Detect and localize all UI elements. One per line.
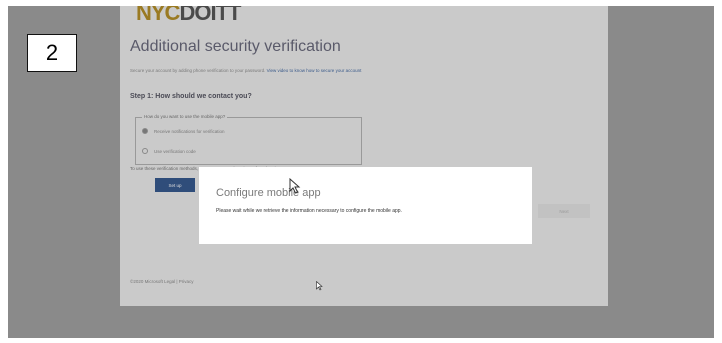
radio-receive-notifications[interactable]: Receive notifications for verification (142, 128, 225, 134)
intro-text: Secure your account by adding phone veri… (130, 68, 361, 73)
radio-label: Use verification code (154, 148, 196, 154)
mouse-pointer-icon (289, 178, 301, 194)
arrow-cursor-icon (316, 281, 323, 291)
step-title: Step 1: How should we contact you? (130, 93, 252, 100)
logo-doitt-text: DOITT (179, 6, 241, 25)
step-number-badge: 2 (27, 34, 77, 72)
page-footer: ©2020 Microsoft Legal | Privacy (130, 279, 194, 284)
radio-verification-code[interactable]: Use verification code (142, 148, 196, 154)
radio-button-selected[interactable] (142, 128, 148, 134)
next-button[interactable]: Next (538, 204, 590, 218)
intro-description: Secure your account by adding phone veri… (130, 68, 266, 73)
dialog-message: Please wait while we retrieve the inform… (216, 208, 402, 214)
setup-button[interactable]: Set up (155, 178, 195, 192)
verification-page: NYCDOITT Additional security verificatio… (120, 6, 608, 306)
logo-nyc-text: NYC (136, 6, 180, 25)
nyc-doitt-logo: NYCDOITT (136, 6, 241, 26)
radio-button[interactable] (142, 148, 148, 154)
intro-video-link[interactable]: View video to know how to secure your ac… (267, 68, 362, 73)
contact-method-fieldset: How do you want to use the mobile app? R… (135, 114, 362, 165)
radio-label: Receive notifications for verification (154, 128, 225, 134)
page-title: Additional security verification (130, 38, 341, 55)
dialog-title: Configure mobile app (216, 187, 321, 199)
fieldset-legend: How do you want to use the mobile app? (142, 114, 228, 119)
configure-mobile-app-dialog: Configure mobile app Please wait while w… (199, 167, 532, 244)
